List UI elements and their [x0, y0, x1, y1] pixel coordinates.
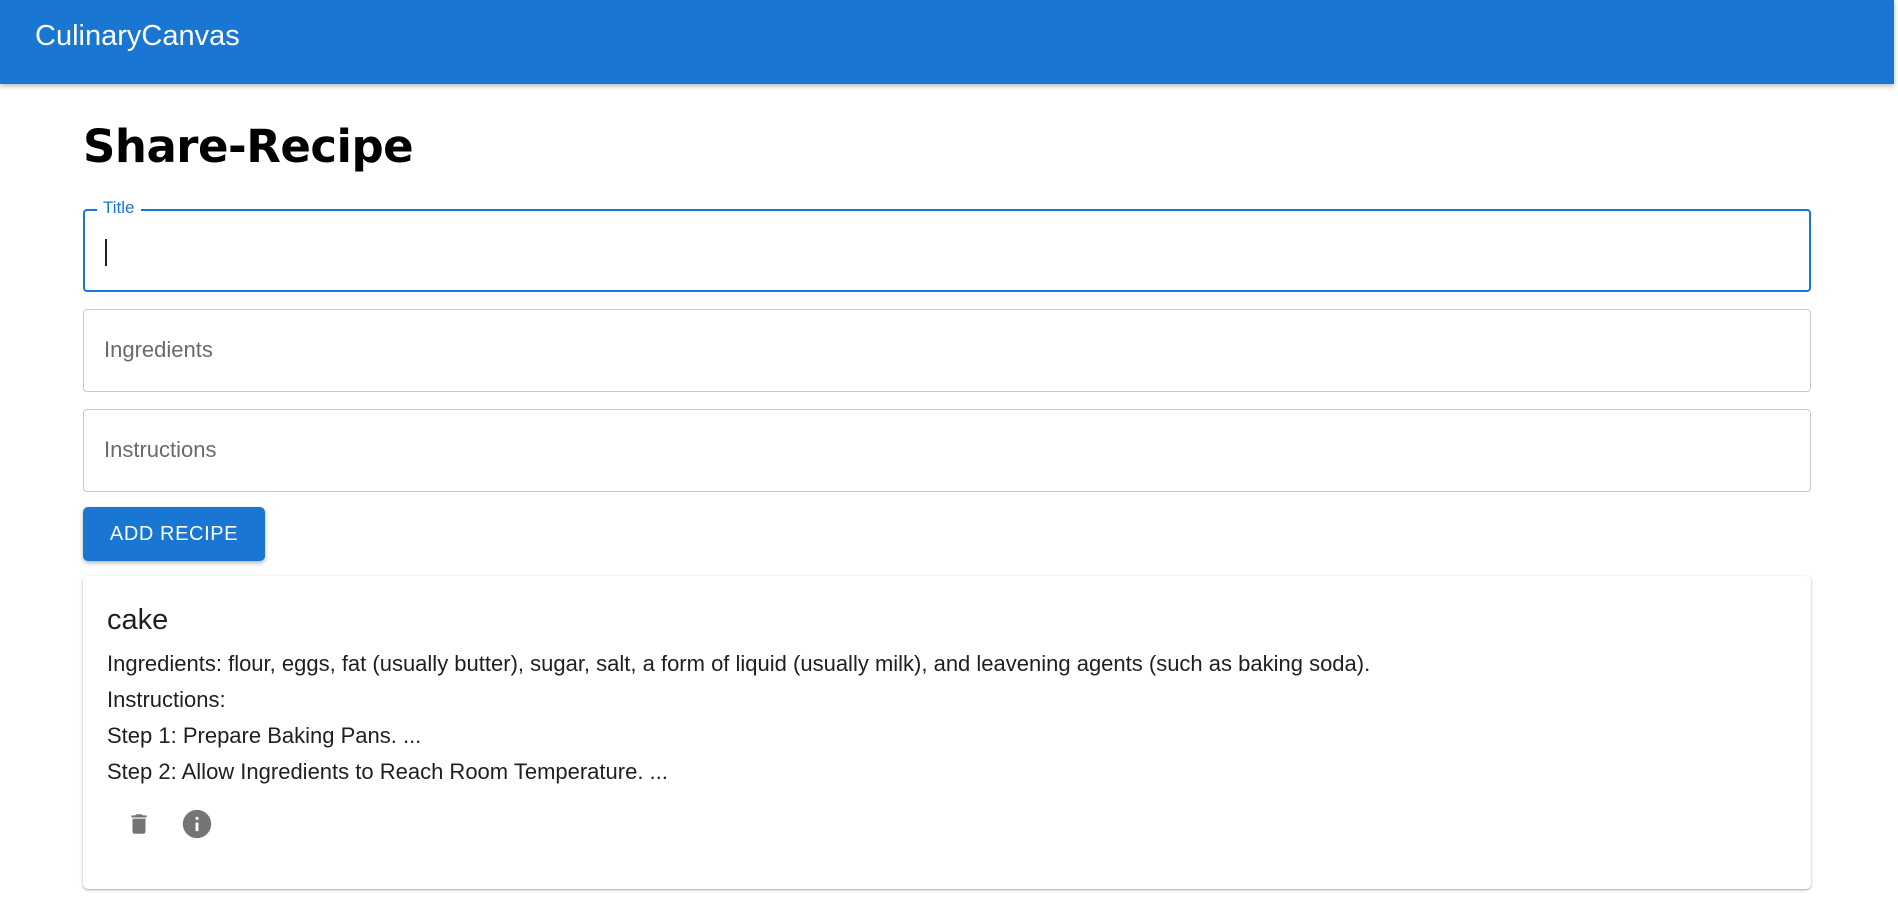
ingredients-input[interactable]: [84, 310, 1810, 391]
delete-button[interactable]: [115, 800, 163, 848]
recipe-card: cake Ingredients: flour, eggs, fat (usua…: [83, 576, 1811, 889]
info-button[interactable]: [173, 800, 221, 848]
recipe-actions: [115, 800, 1787, 848]
add-recipe-button[interactable]: ADD RECIPE: [83, 507, 265, 561]
info-icon: [182, 809, 212, 839]
main-content: Share-Recipe Title Ingredients Instructi…: [83, 84, 1811, 889]
instructions-input[interactable]: [84, 410, 1810, 491]
title-field[interactable]: Title: [83, 198, 1811, 292]
page-title: Share-Recipe: [83, 120, 414, 173]
recipe-instructions-heading: Instructions:: [107, 687, 226, 712]
title-input[interactable]: [85, 211, 1809, 290]
recipe-step: Step 2: Allow Ingredients to Reach Room …: [107, 759, 668, 784]
recipe-ingredients: Ingredients: flour, eggs, fat (usually b…: [107, 651, 1371, 676]
instructions-field[interactable]: Instructions: [83, 409, 1811, 492]
recipe-body: Ingredients: flour, eggs, fat (usually b…: [107, 646, 1787, 790]
recipe-step: Step 1: Prepare Baking Pans. ...: [107, 723, 422, 748]
ingredients-field[interactable]: Ingredients: [83, 309, 1811, 392]
recipe-title: cake: [107, 604, 169, 636]
app-bar: CulinaryCanvas: [0, 0, 1894, 84]
app-title: CulinaryCanvas: [35, 19, 240, 52]
delete-icon: [131, 814, 147, 834]
